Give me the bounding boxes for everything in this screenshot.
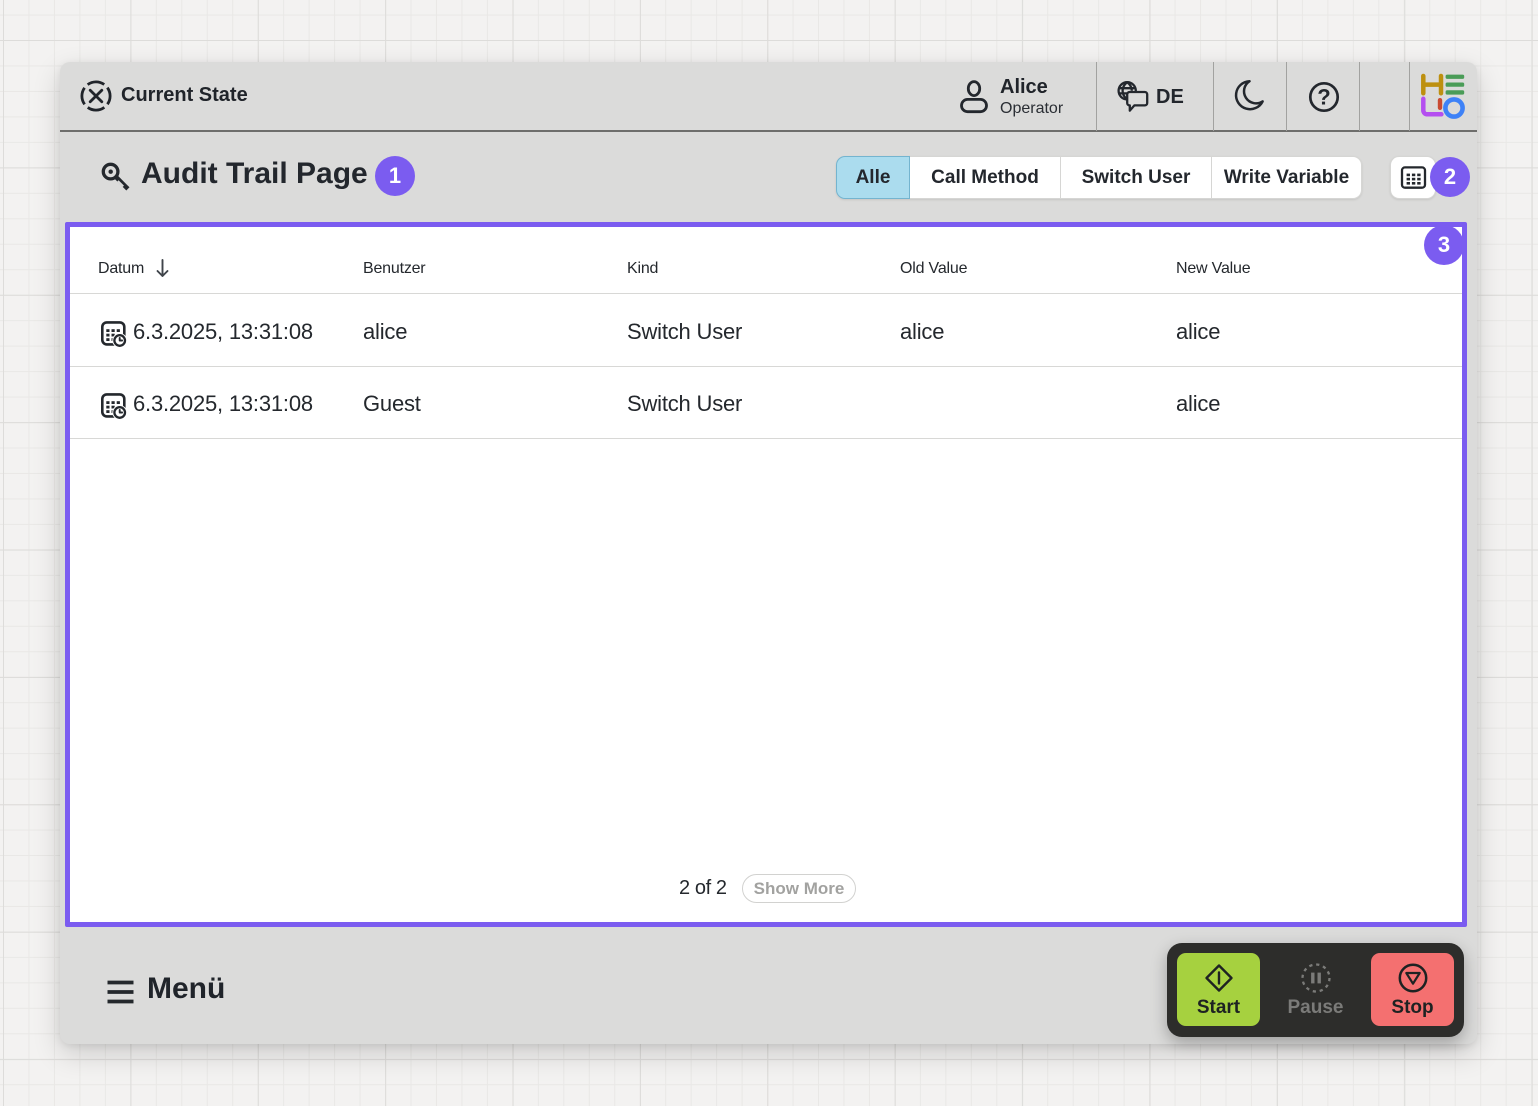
svg-text:?: ? [1317,85,1330,110]
